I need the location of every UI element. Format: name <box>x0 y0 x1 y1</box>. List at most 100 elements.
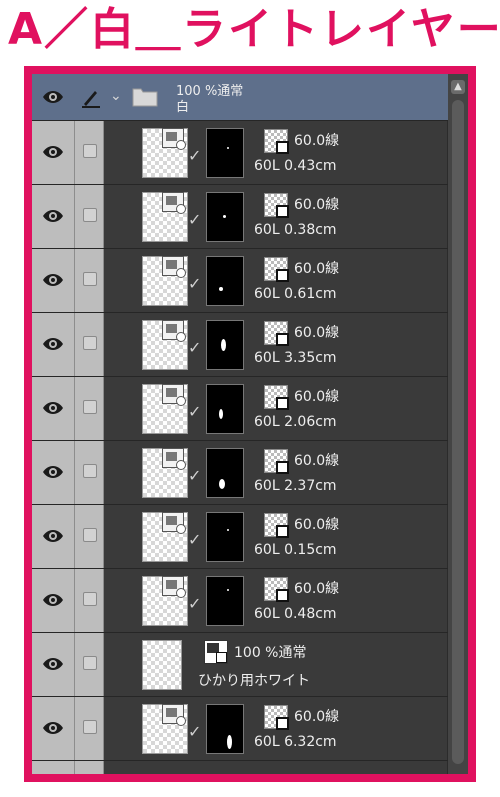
mask-thumbnail <box>206 320 244 370</box>
lock-checkbox-icon[interactable] <box>83 272 97 286</box>
brush-label: 60L 0.15cm <box>254 542 337 558</box>
layer-content[interactable]: ✓ 60.0線 60L 3.35cm <box>104 312 448 376</box>
folder-name: 白 <box>176 100 190 115</box>
eye-icon[interactable] <box>42 526 64 546</box>
mask-mark <box>227 529 229 531</box>
mask-thumbnail <box>206 256 244 306</box>
line-layer-icon <box>264 705 289 730</box>
brush-label: 60L 0.61cm <box>254 286 337 302</box>
mask-thumbnail <box>206 704 244 754</box>
line-label: 60.0線 <box>294 325 340 341</box>
mask-thumbnail <box>206 128 244 178</box>
lock-checkbox-icon[interactable] <box>83 208 97 222</box>
lock-checkbox-icon[interactable] <box>83 144 97 158</box>
layer-content[interactable]: ✓ 60.0線 60L 0.61cm <box>104 248 448 312</box>
layer-row[interactable]: ✓ 60.0線 60L 0.43cm <box>32 120 448 185</box>
mask-mark <box>219 479 225 489</box>
line-label: 60.0線 <box>294 389 340 405</box>
mask-mark <box>221 339 226 351</box>
eye-icon[interactable] <box>42 206 64 226</box>
eye-icon[interactable] <box>42 590 64 610</box>
brush-label: 60L 0.43cm <box>254 158 337 174</box>
lock-checkbox-icon[interactable] <box>83 720 97 734</box>
check-icon: ✓ <box>188 594 202 613</box>
check-icon: ✓ <box>188 274 202 293</box>
line-label: 60.0線 <box>294 581 340 597</box>
layer-content[interactable]: ✓ 60.0線 60L 2.37cm <box>104 440 448 504</box>
scrollbar[interactable]: ▲ <box>447 74 468 774</box>
layer-row[interactable]: ✓ 60.0線 60L 6.32cm <box>32 696 448 761</box>
layer-content[interactable]: 100 %通常 ひかり用ホワイト <box>104 632 448 696</box>
layer-row[interactable]: ✓ 60.0線 60L 3.35cm <box>32 312 448 377</box>
check-icon: ✓ <box>188 722 202 741</box>
eye-icon[interactable] <box>42 718 64 738</box>
line-label: 60.0線 <box>294 133 340 149</box>
layer-type-icon <box>162 576 186 598</box>
mask-mark <box>227 589 229 591</box>
layer-row[interactable]: ✓ 60.0線 60L 2.06cm <box>32 376 448 441</box>
layer-content[interactable]: ✓ 60.0線 60L 0.48cm <box>104 568 448 632</box>
folder-row[interactable]: ⌄ 100 %通常 白 <box>32 74 448 121</box>
mask-mark <box>227 735 232 749</box>
layer-row[interactable]: ✓ 60.0線 60L 0.61cm <box>32 248 448 313</box>
line-layer-icon <box>264 257 289 282</box>
layer-row[interactable]: 100 %通常 ひかり用ホワイト <box>32 632 448 697</box>
eye-icon[interactable] <box>42 398 64 418</box>
mask-mark <box>223 215 226 218</box>
mask-thumbnail <box>206 448 244 498</box>
layer-row[interactable]: ✓ 60.0線 60L 0.48cm <box>32 568 448 633</box>
layer-type-icon <box>162 448 186 470</box>
layer-type-icon <box>162 256 186 278</box>
lock-checkbox-icon[interactable] <box>83 528 97 542</box>
line-label: 60.0線 <box>294 709 340 725</box>
layer-type-icon <box>162 192 186 214</box>
eye-icon[interactable] <box>42 142 64 162</box>
brush-label: 60L 2.06cm <box>254 414 337 430</box>
chevron-down-icon[interactable]: ⌄ <box>110 88 122 104</box>
check-icon: ✓ <box>188 466 202 485</box>
layer-content[interactable]: ✓ 60.0線 60L 0.43cm <box>104 120 448 184</box>
eye-icon[interactable] <box>42 654 64 674</box>
eye-icon[interactable] <box>42 462 64 482</box>
layer-type-icon <box>162 512 186 534</box>
layer-row[interactable]: ✓ 60.0線 60L 0.15cm <box>32 504 448 569</box>
brush-label: 60L 0.38cm <box>254 222 337 238</box>
lock-checkbox-icon[interactable] <box>83 336 97 350</box>
mask-thumbnail <box>206 576 244 626</box>
layer-row[interactable]: ✓ 60.0線 60L 0.38cm <box>32 184 448 249</box>
brush-label: 60L 3.35cm <box>254 350 337 366</box>
scroll-thumb[interactable] <box>452 100 464 764</box>
lock-checkbox-icon[interactable] <box>83 464 97 478</box>
lock-checkbox-icon[interactable] <box>83 656 97 670</box>
layer-content[interactable]: ✓ 60.0線 60L 0.15cm <box>104 504 448 568</box>
mask-mark <box>219 287 223 291</box>
line-label: 60.0線 <box>294 517 340 533</box>
brush-label: 60L 0.48cm <box>254 606 337 622</box>
line-layer-icon <box>264 577 289 602</box>
check-icon: ✓ <box>188 210 202 229</box>
mask-thumbnail <box>206 192 244 242</box>
layer-panel-frame: ▲ ⌄ 100 %通常 白 ✓ 60.0線 60L 0.43cm ✓ 60.0線… <box>24 66 476 782</box>
eye-icon[interactable] <box>42 270 64 290</box>
layer-content[interactable]: ✓ 60.0線 60L 2.06cm <box>104 376 448 440</box>
eye-icon[interactable] <box>42 334 64 354</box>
line-label: 60.0線 <box>294 261 340 277</box>
eye-icon[interactable] <box>42 87 64 107</box>
check-icon: ✓ <box>188 402 202 421</box>
line-layer-icon <box>264 129 289 154</box>
line-layer-icon <box>264 385 289 410</box>
lock-checkbox-icon[interactable] <box>83 592 97 606</box>
layer-content[interactable]: ✓ 60.0線 60L 6.32cm <box>104 696 448 760</box>
layer-type-icon <box>162 384 186 406</box>
line-layer-icon <box>264 513 289 538</box>
layer-content[interactable]: ✓ 60.0線 60L 0.38cm <box>104 184 448 248</box>
line-label: 60.0線 <box>294 197 340 213</box>
mask-mark <box>219 409 223 419</box>
check-icon: ✓ <box>188 146 202 165</box>
folder-content[interactable]: ⌄ 100 %通常 白 <box>104 74 448 120</box>
line-layer-icon <box>264 321 289 346</box>
scroll-up-icon[interactable]: ▲ <box>451 80 465 94</box>
pen-icon[interactable] <box>80 86 100 108</box>
layer-row[interactable]: ✓ 60.0線 60L 2.37cm <box>32 440 448 505</box>
lock-checkbox-icon[interactable] <box>83 400 97 414</box>
